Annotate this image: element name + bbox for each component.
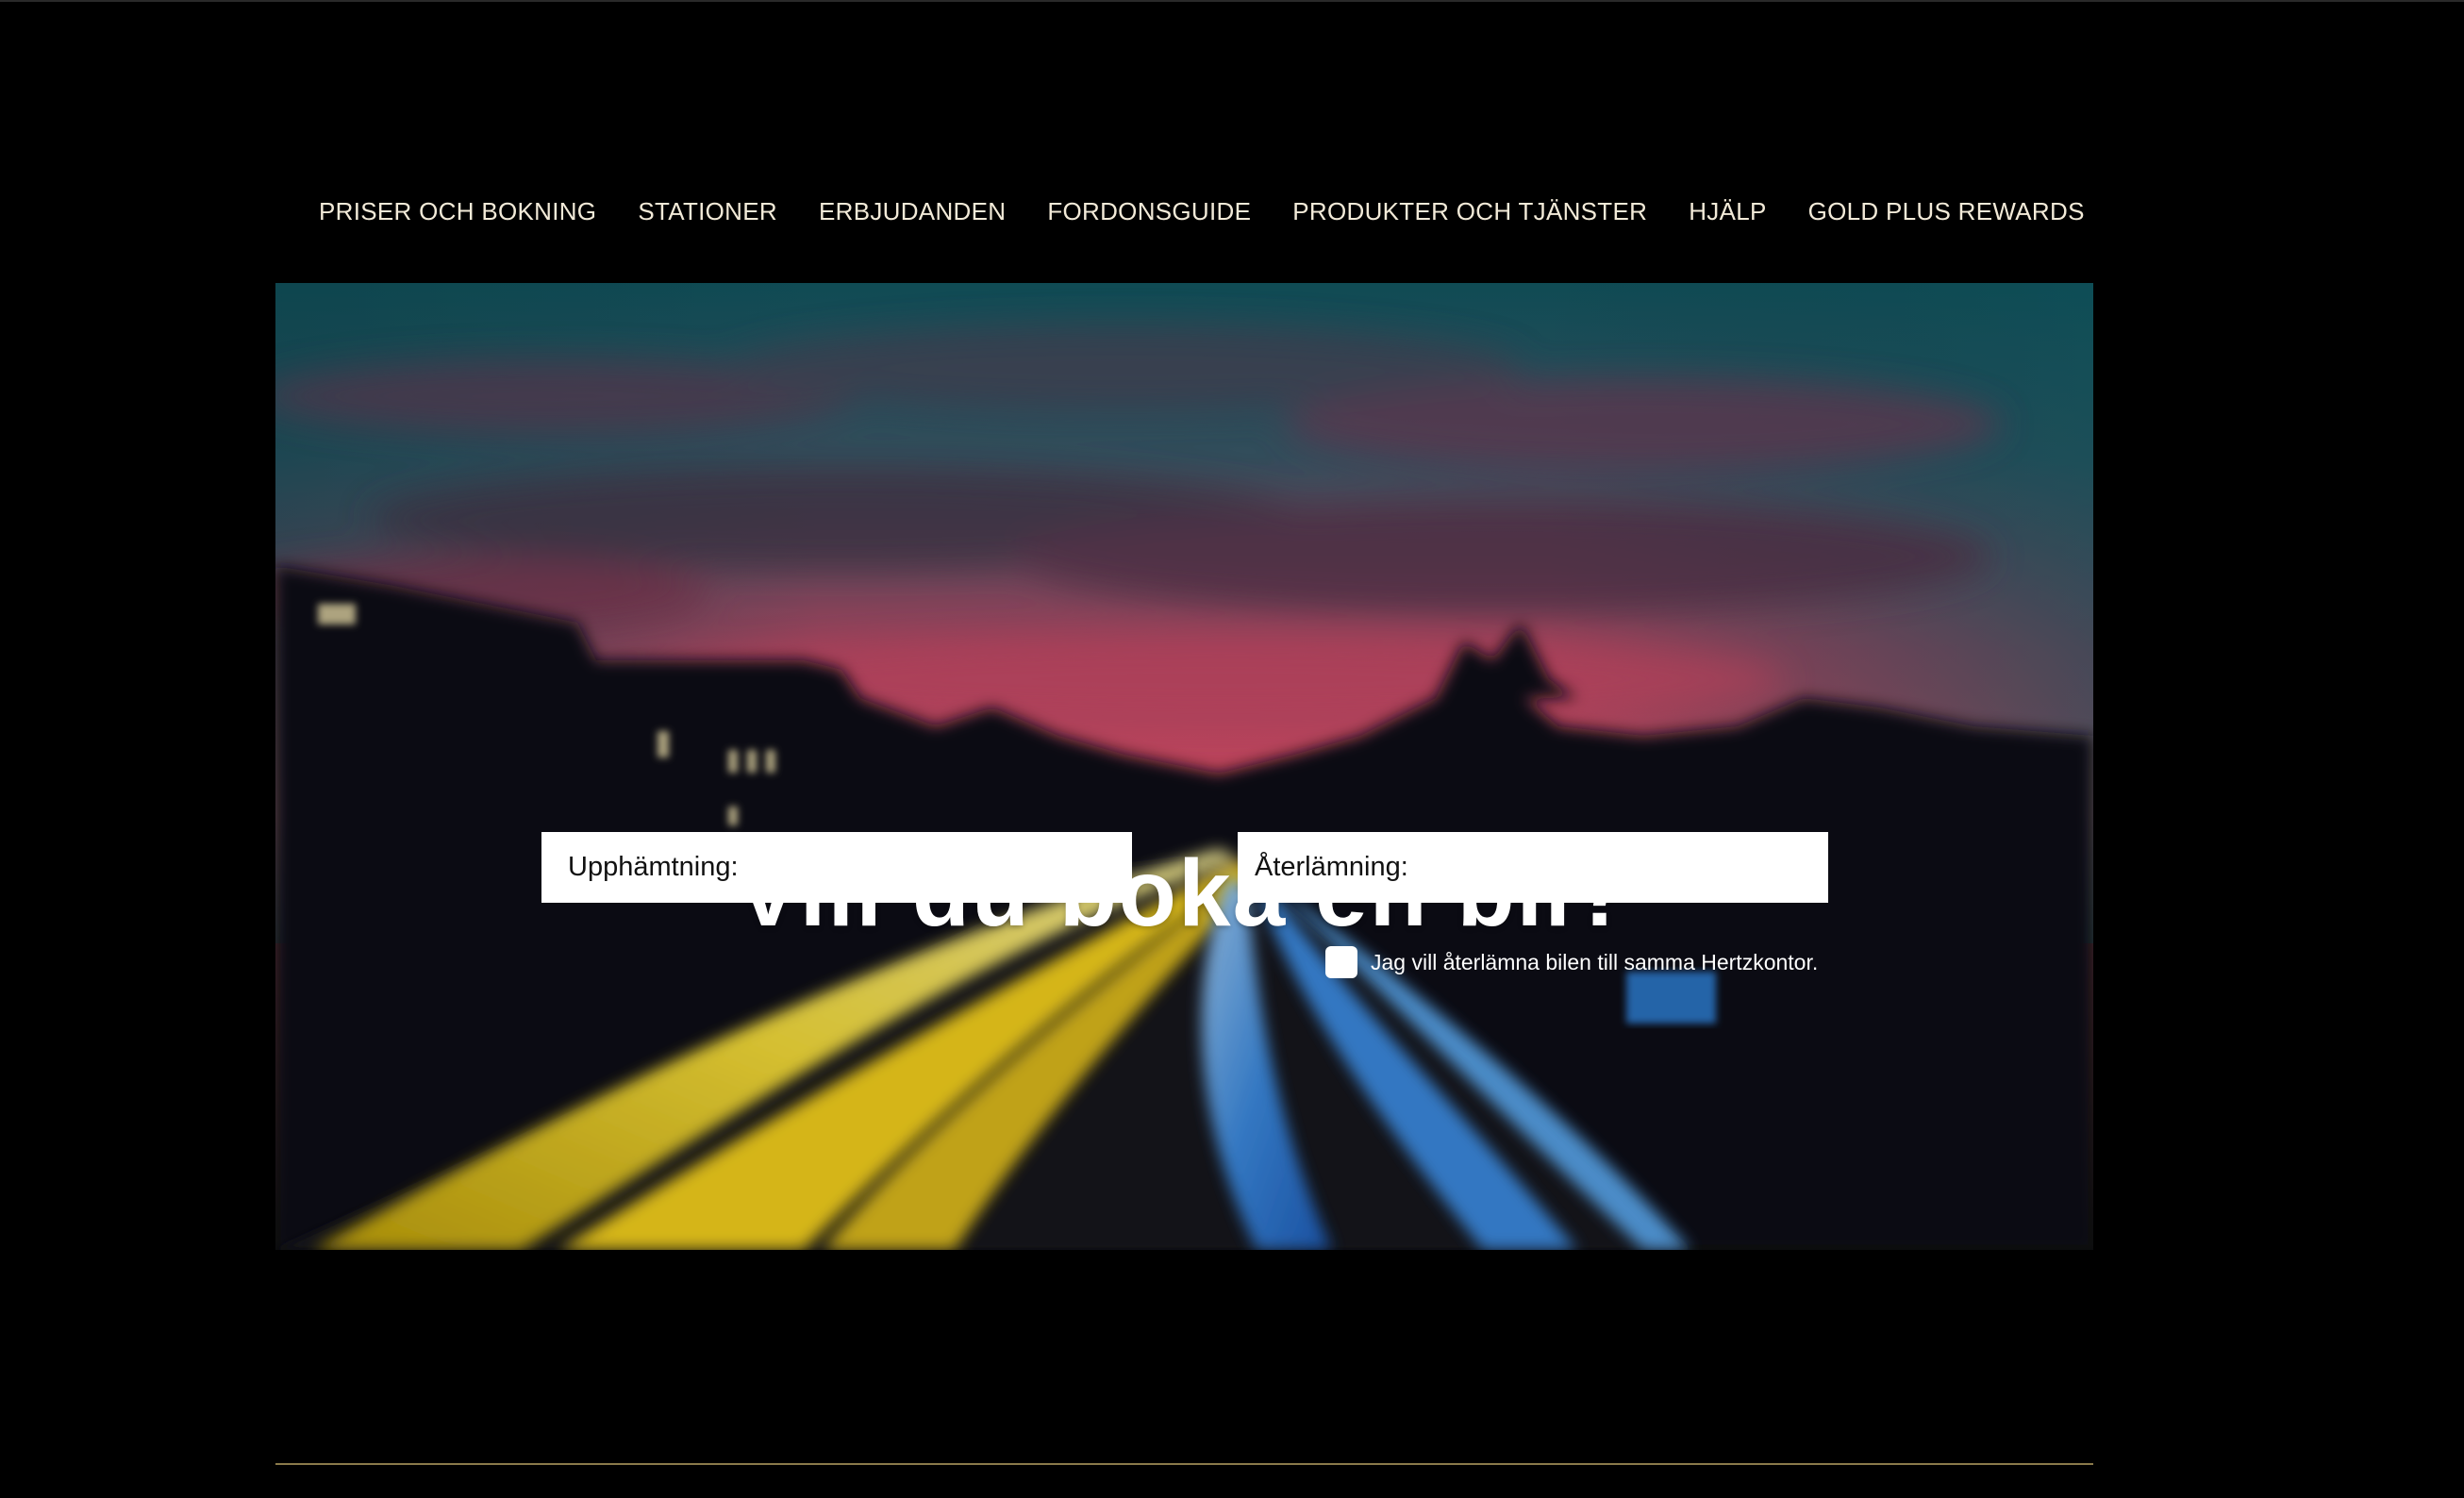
dropoff-field[interactable]: Återlämning: xyxy=(1238,832,1828,903)
nav-item-fordonsguide[interactable]: FORDONSGUIDE xyxy=(1047,197,1251,226)
pickup-field[interactable]: Upphämtning: xyxy=(541,832,1132,903)
nav-item-produkter-och-tjanster[interactable]: PRODUKTER OCH TJÄNSTER xyxy=(1292,197,1647,226)
top-border xyxy=(0,0,2464,2)
same-office-label[interactable]: Jag vill återlämna bilen till samma Hert… xyxy=(1371,950,1818,975)
main-nav: PRISER OCH BOKNING STATIONER ERBJUDANDEN… xyxy=(319,192,2085,230)
nav-item-hjalp[interactable]: HJÄLP xyxy=(1689,197,1766,226)
pickup-label: Upphämtning: xyxy=(568,852,739,882)
nav-item-erbjudanden[interactable]: ERBJUDANDEN xyxy=(819,197,1006,226)
footer-divider xyxy=(275,1463,2093,1465)
hero-background-image xyxy=(275,283,2093,1250)
hero-banner: Vill du boka en bil? Upphämtning: Återlä… xyxy=(275,283,2093,1250)
nav-item-gold-plus-rewards[interactable]: GOLD PLUS REWARDS xyxy=(1808,197,2085,226)
pickup-input[interactable] xyxy=(745,838,1132,897)
same-office-option: Jag vill återlämna bilen till samma Hert… xyxy=(1325,946,1818,978)
dropoff-input[interactable] xyxy=(1415,838,1828,897)
nav-item-priser-och-bokning[interactable]: PRISER OCH BOKNING xyxy=(319,197,596,226)
nav-item-stationer[interactable]: STATIONER xyxy=(638,197,777,226)
dropoff-label: Återlämning: xyxy=(1255,852,1408,882)
same-office-checkbox[interactable] xyxy=(1325,946,1357,978)
